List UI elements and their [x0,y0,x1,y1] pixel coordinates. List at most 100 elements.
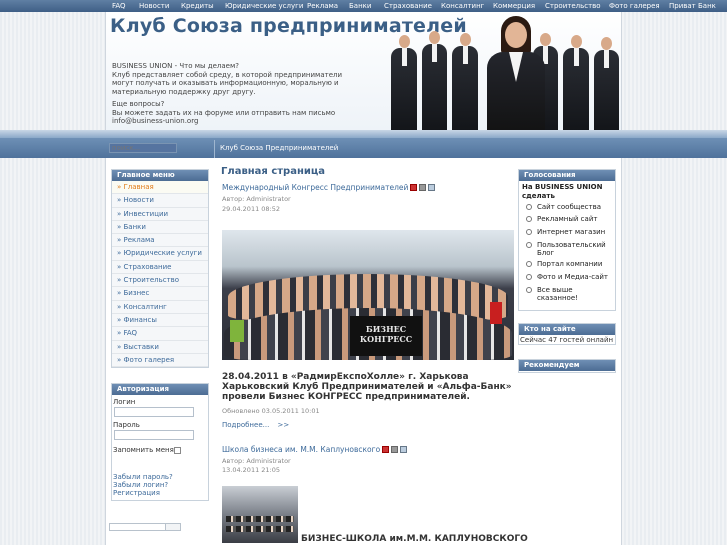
topnav-commerce[interactable]: Коммерция [493,0,535,12]
article-1-author: Автор: Administrator [222,195,291,203]
menu-item-banks[interactable]: » Банки [112,220,208,235]
congress-banner: БИЗНЕС КОНГРЕСС [350,316,422,356]
businessman-figure [563,35,589,130]
read-more-link[interactable]: Подробнее... [222,421,269,429]
radio-button[interactable] [526,274,532,280]
login-module: Авторизация Логин Пароль Запомнить меня … [111,383,209,501]
poll-title: Голосования [519,170,615,181]
topnav-ads[interactable]: Реклама [307,0,338,12]
topnav-faq[interactable]: FAQ [112,0,126,12]
print-icon[interactable] [419,184,427,191]
password-label: Пароль [113,421,140,429]
remember-label: Запомнить меня [113,446,174,454]
intro-heading: BUSINESS UNION - Что мы делаем? [112,62,239,70]
password-field[interactable] [114,430,194,440]
poll-option[interactable]: Пользовательский Блог [526,241,614,257]
horizontal-scrollbar[interactable] [109,523,181,531]
menu-item-faq[interactable]: » FAQ [112,327,208,341]
forgot-password-link[interactable]: Забыли пароль? [113,473,173,481]
poll-option[interactable]: Рекламный сайт [526,215,614,223]
print-icon[interactable] [391,446,399,453]
article-2-headline: БИЗНЕС-ШКОЛА им.М.М. КАПЛУНОВСКОГО [301,534,528,544]
topnav-consulting[interactable]: Консалтинг [441,0,484,12]
article-2-author: Автор: Administrator [222,457,291,465]
article-1-title-row: Международный Конгресс Предпринимателей [222,183,436,192]
businessman-figure [594,37,619,130]
recommended-module: Рекомендуем [518,359,616,373]
menu-item-exhibitions[interactable]: » Выставки [112,340,208,354]
menu-item-business[interactable]: » Бизнес [112,287,208,301]
poll-module: Голосования На BUSINESS UNION сделать Са… [518,169,616,311]
login-field[interactable] [114,407,194,417]
forgot-login-link[interactable]: Забыли логин? [113,481,168,489]
topnav-banks[interactable]: Банки [349,0,371,12]
menu-item-home[interactable]: » Главная [112,181,208,195]
intro-description: Клуб представляет собой среду, в которой… [112,70,343,96]
email-icon[interactable] [428,184,436,191]
intro-text: BUSINESS UNION - Что мы делаем? Клуб пред… [112,62,362,130]
radio-button[interactable] [526,261,532,267]
read-more-row: Подробнее... >> [222,421,289,429]
login-label: Логин [113,398,136,406]
pdf-icon[interactable] [382,446,390,453]
article-1-updated: Обновлено 03.05.2011 10:01 [222,407,320,415]
topnav-credits[interactable]: Кредиты [181,0,214,12]
businessman-figure [391,35,417,130]
radio-button[interactable] [526,216,532,222]
intro-questions: Еще вопросы? [112,100,165,108]
search-input[interactable] [109,143,177,153]
menu-item-gallery[interactable]: » Фото галерея [112,353,208,368]
poll-option[interactable]: Сайт сообщества [526,203,614,211]
topnav-legal[interactable]: Юридические услуги [225,0,303,12]
page-title: Главная страница [221,166,326,177]
green-bag [230,320,244,342]
article-2-title-row: Школа бизнеса им. М.М. Каплуновского [222,445,408,454]
article-1-date: 29.04.2011 08:52 [222,205,281,213]
menu-item-ads[interactable]: » Реклама [112,234,208,248]
poll-option[interactable]: Фото и Медиа-сайт [526,273,614,281]
recommended-title: Рекомендуем [519,360,615,371]
whos-online-title: Кто на сайте [519,324,615,335]
register-link[interactable]: Регистрация [113,489,160,497]
article-1-title[interactable]: Международный Конгресс Предпринимателей [222,183,408,192]
site-title[interactable]: Клуб Союза предпринимателей [110,15,467,37]
article-1-headline: 28.04.2011 в «РадмирЕкспоХолле» г. Харьк… [222,372,512,402]
online-count: Сейчас 47 гостей онлайн [520,336,614,344]
topnav-insurance[interactable]: Страхование [384,0,432,12]
article-2-title[interactable]: Школа бизнеса им. М.М. Каплуновского [222,445,380,454]
menu-item-insurance[interactable]: » Страхование [112,260,208,275]
poll-question: На BUSINESS UNION сделать [522,183,603,200]
radio-button[interactable] [526,229,532,235]
menu-item-finance[interactable]: » Финансы [112,313,208,328]
red-banner [490,302,502,324]
email-icon[interactable] [400,446,408,453]
breadcrumb: Клуб Союза Предпринимателей [220,144,339,152]
login-title: Авторизация [112,384,208,395]
topnav-construction[interactable]: Строительство [545,0,601,12]
radio-button[interactable] [526,287,532,293]
audience-row [226,516,294,522]
menu-item-legal[interactable]: » Юридические услуги [112,247,208,261]
read-more-arrows[interactable]: >> [278,421,290,429]
intro-email[interactable]: info@business-union.org [112,117,198,125]
businessman-figure [452,33,478,130]
poll-option[interactable]: Интернет магазин [526,228,614,236]
menu-item-investments[interactable]: » Инвестиции [112,207,208,221]
poll-option[interactable]: Портал компании [526,260,614,268]
menu-item-consulting[interactable]: » Консалтинг [112,300,208,314]
topnav-privatbank[interactable]: Приват Банк [669,0,716,12]
topnav-gallery[interactable]: Фото галерея [609,0,660,12]
scrollbar-thumb[interactable] [110,524,166,530]
pdf-icon[interactable] [410,184,418,191]
menu-item-construction[interactable]: » Строительство [112,274,208,288]
topnav-news[interactable]: Новости [139,0,169,12]
menu-item-news[interactable]: » Новости [112,194,208,208]
main-menu-title: Главное меню [112,170,208,181]
intro-contact: Вы можете задать их на форуме или отправ… [112,108,336,117]
whos-online-module: Кто на сайте Сейчас 47 гостей онлайн [518,323,616,345]
radio-button[interactable] [526,204,532,210]
poll-option[interactable]: Все выше сказанное! [526,286,614,302]
audience-row [226,526,294,532]
radio-button[interactable] [526,242,532,248]
remember-checkbox[interactable] [174,447,181,454]
